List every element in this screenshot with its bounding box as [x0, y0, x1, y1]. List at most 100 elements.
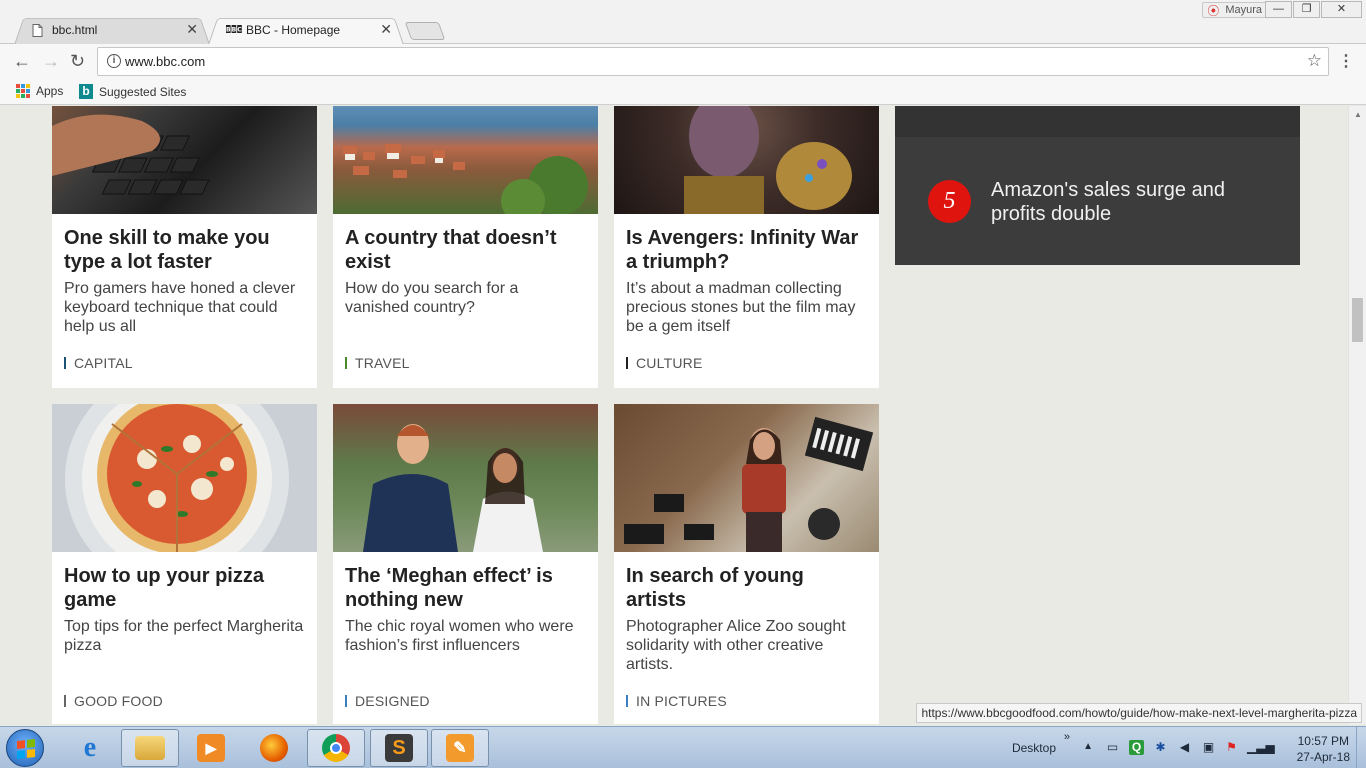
story-card[interactable]: Is Avengers: Infinity War a triumph? It’…: [614, 106, 879, 388]
info-icon[interactable]: i: [107, 54, 121, 68]
story-title[interactable]: A country that doesn’t exist: [345, 226, 586, 274]
reload-icon[interactable]: ↻: [70, 51, 85, 72]
tab-close-icon[interactable]: ✕: [186, 21, 198, 38]
profile-name: Mayura: [1225, 4, 1262, 16]
taskbar-firefox[interactable]: [245, 729, 303, 767]
bookmark-label: Apps: [36, 84, 64, 98]
story-title[interactable]: How to up your pizza game: [64, 564, 305, 612]
story-image-couple: [333, 404, 598, 552]
clock-time: 10:57 PM: [1297, 734, 1349, 748]
scroll-up-icon[interactable]: ▲: [1354, 110, 1362, 119]
tab-bbc-homepage[interactable]: BBC BBC - Homepage ✕: [208, 15, 404, 45]
bookmarks-bar: Apps b Suggested Sites: [0, 78, 1366, 105]
most-read-panel: 5 Amazon's sales surge and profits doubl…: [895, 106, 1300, 265]
minimize-button[interactable]: —: [1265, 1, 1292, 18]
story-body: One skill to make you type a lot faster …: [52, 214, 317, 371]
close-window-button[interactable]: ✕: [1321, 1, 1362, 18]
pencil-app-icon: ✎: [446, 734, 474, 762]
story-summary: Top tips for the perfect Margherita pizz…: [64, 618, 304, 654]
chevron-right-icon[interactable]: »: [1064, 731, 1070, 743]
back-arrow-icon[interactable]: ←: [13, 51, 31, 72]
show-hidden-icons-icon[interactable]: ▲: [1083, 741, 1093, 752]
story-summary: The chic royal women who were fashion’s …: [345, 618, 574, 654]
story-section-tag[interactable]: CAPITAL: [64, 355, 133, 371]
browser-titlebar: bbc.html ✕ BBC BBC - Homepage ✕ ⦿ Mayura…: [0, 0, 1366, 45]
taskbar-explorer[interactable]: [121, 729, 179, 767]
browser-toolbar: ← → ↻ i www.bbc.com ☆ ⋮: [0, 44, 1366, 78]
svg-text:C: C: [237, 27, 242, 34]
taskbar-sublime[interactable]: S: [370, 729, 428, 767]
story-summary: How do you search for a vanished country…: [345, 280, 519, 316]
story-card[interactable]: One skill to make you type a lot faster …: [52, 106, 317, 388]
q-app-icon[interactable]: Q: [1129, 740, 1144, 755]
system-clock[interactable]: 10:57 PM 27-Apr-18: [1297, 733, 1350, 765]
story-title[interactable]: One skill to make you type a lot faster: [64, 226, 305, 274]
story-body: How to up your pizza game Top tips for t…: [52, 552, 317, 709]
taskbar-notes-app[interactable]: ✎: [431, 729, 489, 767]
story-image-artist: [614, 404, 879, 552]
story-title[interactable]: In search of young artists: [626, 564, 867, 612]
story-section-tag[interactable]: TRAVEL: [345, 355, 410, 371]
taskbar-media-player[interactable]: ▶: [182, 729, 240, 767]
story-body: Is Avengers: Infinity War a triumph? It’…: [614, 214, 879, 371]
url-text[interactable]: www.bbc.com: [125, 54, 205, 69]
chrome-icon: [322, 734, 350, 762]
story-image-town: [333, 106, 598, 214]
bluetooth-icon[interactable]: ✱: [1153, 740, 1168, 755]
thanos-illustration: [684, 106, 852, 214]
taskbar-ie[interactable]: e: [61, 729, 119, 767]
folder-icon: [135, 736, 165, 760]
story-section-tag[interactable]: CULTURE: [626, 355, 702, 371]
new-tab-button[interactable]: [404, 22, 446, 40]
story-image-pizza: [52, 404, 317, 552]
svg-text:B: B: [226, 27, 231, 34]
clock-date: 27-Apr-18: [1296, 750, 1350, 764]
story-card[interactable]: In search of young artists Photographer …: [614, 404, 879, 724]
most-read-headline[interactable]: Amazon's sales surge and profits double: [991, 178, 1271, 226]
monitor-icon[interactable]: ▭: [1105, 740, 1120, 755]
start-button[interactable]: [6, 729, 44, 767]
profile-button[interactable]: ⦿ Mayura: [1202, 2, 1269, 18]
tab-title: BBC - Homepage: [246, 23, 341, 37]
most-read-rank: 5: [928, 180, 971, 223]
internet-explorer-icon: e: [83, 732, 97, 763]
story-card[interactable]: How to up your pizza game Top tips for t…: [52, 404, 317, 724]
usb-device-icon[interactable]: ▣: [1201, 740, 1216, 755]
sublime-text-icon: S: [385, 734, 413, 762]
network-signal-icon[interactable]: ▁▃▅: [1247, 740, 1275, 755]
tab-bbc-html[interactable]: bbc.html ✕: [14, 15, 210, 45]
volume-icon[interactable]: ◀: [1177, 740, 1192, 755]
menu-dots-icon[interactable]: ⋮: [1338, 51, 1354, 71]
bookmark-suggested-sites[interactable]: b Suggested Sites: [79, 84, 186, 99]
firefox-icon: [260, 734, 288, 762]
tab-title: bbc.html: [52, 23, 98, 37]
taskbar-chrome[interactable]: [307, 729, 365, 767]
story-section-tag[interactable]: GOOD FOOD: [64, 693, 163, 709]
bookmark-apps[interactable]: Apps: [16, 84, 63, 98]
bing-icon: b: [79, 84, 93, 99]
story-body: A country that doesn’t exist How do you …: [333, 214, 598, 371]
page-scrollbar[interactable]: ▲ ▼: [1348, 106, 1366, 724]
scrollbar-thumb[interactable]: [1352, 298, 1363, 342]
story-card[interactable]: A country that doesn’t exist How do you …: [333, 106, 598, 388]
tab-close-icon[interactable]: ✕: [380, 21, 392, 38]
story-title[interactable]: The ‘Meghan effect’ is nothing new: [345, 564, 586, 612]
apps-grid-icon: [16, 84, 30, 98]
story-summary: Pro gamers have honed a clever keyboard …: [64, 280, 296, 335]
story-card[interactable]: The ‘Meghan effect’ is nothing new The c…: [333, 404, 598, 724]
svg-text:B: B: [232, 27, 237, 34]
story-summary: It’s about a madman collecting precious …: [626, 280, 856, 335]
maximize-button[interactable]: ❐: [1293, 1, 1320, 18]
most-read-strip: [895, 106, 1300, 137]
show-desktop-button[interactable]: [1356, 727, 1366, 768]
forward-arrow-icon[interactable]: →: [42, 51, 60, 72]
story-summary: Photographer Alice Zoo sought solidarity…: [626, 618, 846, 673]
address-bar[interactable]: i www.bbc.com ☆: [97, 47, 1329, 76]
desktop-toolbar-label[interactable]: Desktop: [1012, 741, 1056, 755]
bookmark-star-icon[interactable]: ☆: [1307, 51, 1322, 71]
action-center-icon[interactable]: ⚑: [1224, 740, 1239, 755]
story-section-tag[interactable]: DESIGNED: [345, 693, 430, 709]
story-body: In search of young artists Photographer …: [614, 552, 879, 709]
story-title[interactable]: Is Avengers: Infinity War a triumph?: [626, 226, 867, 274]
story-section-tag[interactable]: IN PICTURES: [626, 693, 727, 709]
